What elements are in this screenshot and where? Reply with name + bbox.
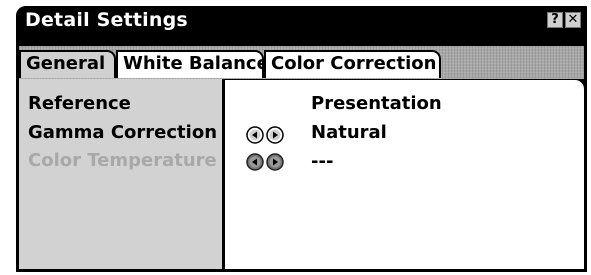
close-icon: ✕	[567, 12, 579, 27]
tab-general[interactable]: General	[19, 50, 116, 78]
title-bar: Detail Settings ? ✕	[16, 6, 587, 36]
color-temperature-label: Color Temperature	[28, 150, 217, 171]
reference-label: Reference	[28, 93, 131, 114]
tab-bar: General White Balance Color Correction	[19, 46, 584, 79]
detail-settings-window: Detail Settings ? ✕ General White Balanc…	[16, 6, 587, 272]
color-temperature-adjust-arrows-icon	[246, 153, 284, 171]
settings-value-panel: Presentation Natural ---	[225, 80, 584, 269]
gamma-correction-label: Gamma Correction	[28, 122, 218, 143]
settings-label-panel: Reference Gamma Correction Color Tempera…	[19, 79, 222, 269]
gamma-adjust-arrows-icon[interactable]	[246, 126, 286, 144]
color-temperature-value: ---	[311, 151, 334, 172]
tab-label: Color Correction	[271, 53, 437, 74]
tab-color-correction[interactable]: Color Correction	[264, 50, 441, 78]
tab-label: White Balance	[123, 53, 264, 74]
help-icon: ?	[551, 12, 559, 27]
tab-white-balance[interactable]: White Balance	[116, 50, 264, 78]
gamma-correction-value[interactable]: Natural	[311, 122, 387, 143]
help-button[interactable]: ?	[547, 12, 563, 28]
window-title: Detail Settings	[25, 9, 188, 31]
tab-label: General	[26, 53, 106, 74]
close-button[interactable]: ✕	[565, 12, 581, 28]
reference-value[interactable]: Presentation	[311, 93, 442, 114]
